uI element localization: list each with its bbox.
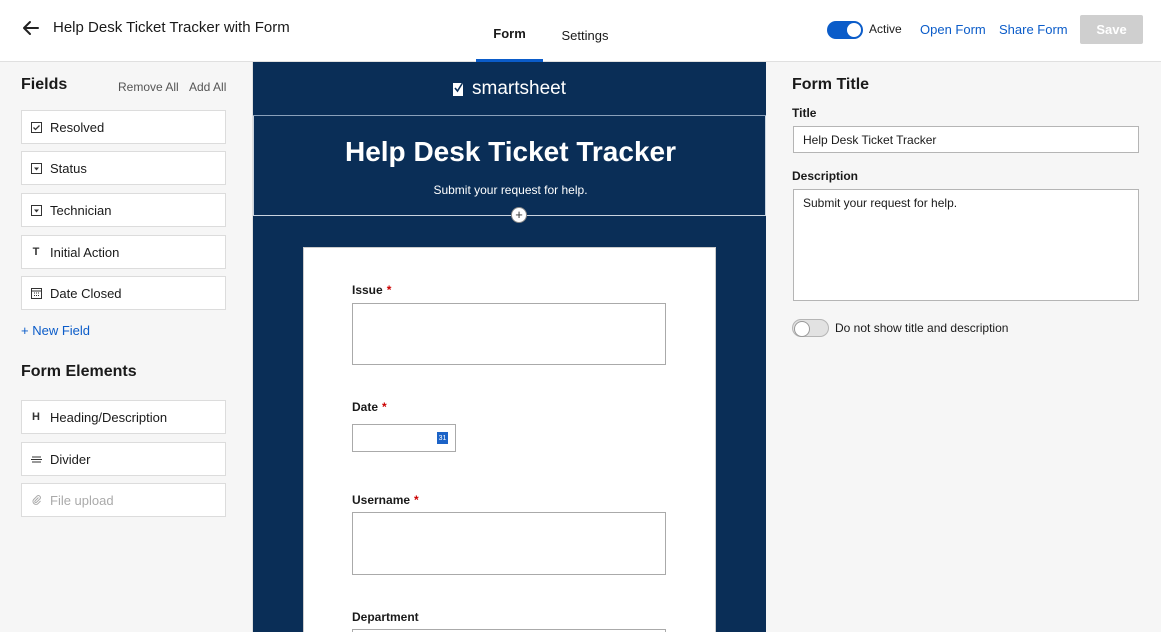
description-label: Description bbox=[792, 169, 859, 183]
element-file-upload: File upload bbox=[21, 483, 226, 517]
element-divider[interactable]: Divider bbox=[21, 442, 226, 476]
save-button[interactable]: Save bbox=[1080, 15, 1143, 44]
share-form-link[interactable]: Share Form bbox=[999, 22, 1068, 37]
form-preview: smartsheet Help Desk Ticket Tracker Subm… bbox=[253, 62, 766, 632]
active-label: Active bbox=[869, 22, 902, 36]
form-banner[interactable]: Help Desk Ticket Tracker Submit your req… bbox=[253, 116, 766, 216]
date-input[interactable]: 31 bbox=[352, 424, 456, 452]
field-initial-action[interactable]: T Initial Action bbox=[21, 235, 226, 269]
hide-title-toggle[interactable] bbox=[792, 319, 829, 337]
open-form-link[interactable]: Open Form bbox=[920, 22, 986, 37]
dropdown-icon bbox=[30, 162, 42, 174]
calendar-icon[interactable]: 31 bbox=[437, 432, 448, 444]
dropdown-icon bbox=[30, 204, 42, 216]
add-all-button[interactable]: Add All bbox=[189, 80, 226, 94]
heading-icon: H bbox=[32, 411, 40, 423]
field-label: Technician bbox=[50, 202, 112, 218]
element-heading-description[interactable]: H Heading/Description bbox=[21, 400, 226, 434]
question-label-username: Username * bbox=[352, 493, 419, 507]
field-label: Initial Action bbox=[50, 244, 120, 260]
form-elements-heading: Form Elements bbox=[21, 363, 137, 380]
username-input[interactable] bbox=[352, 512, 666, 575]
field-label: Date Closed bbox=[50, 285, 122, 301]
new-field-button[interactable]: + New Field bbox=[21, 323, 90, 338]
element-label: File upload bbox=[50, 492, 114, 508]
fields-panel: Fields Remove All Add All Resolved Statu… bbox=[0, 62, 253, 632]
form-card: Issue * Date * 31 Username * Department bbox=[303, 247, 716, 632]
banner-title: Help Desk Ticket Tracker bbox=[344, 136, 676, 167]
title-label: Title bbox=[792, 106, 817, 120]
paperclip-icon bbox=[30, 494, 42, 506]
title-input[interactable] bbox=[793, 126, 1139, 153]
field-label: Status bbox=[50, 160, 87, 176]
fields-heading: Fields bbox=[21, 76, 68, 93]
active-toggle[interactable] bbox=[827, 21, 863, 39]
tab-settings[interactable]: Settings bbox=[553, 0, 617, 62]
field-date-closed[interactable]: Date Closed bbox=[21, 276, 226, 310]
form-title-panel: Form Title Title Description Submit your… bbox=[766, 62, 1161, 632]
element-label: Heading/Description bbox=[50, 409, 168, 425]
add-element-plus-icon[interactable]: + bbox=[511, 207, 527, 223]
checkbox-icon bbox=[30, 121, 42, 133]
description-textarea[interactable]: Submit your request for help. bbox=[793, 189, 1139, 301]
question-label-issue: Issue * bbox=[352, 283, 392, 297]
field-status[interactable]: Status bbox=[21, 151, 226, 185]
logo-bar: smartsheet bbox=[253, 62, 766, 116]
question-label-date: Date * bbox=[352, 400, 387, 414]
field-label: Resolved bbox=[50, 119, 105, 135]
logo-text: smartsheet bbox=[472, 77, 566, 99]
page-title: Help Desk Ticket Tracker with Form bbox=[53, 19, 290, 36]
field-resolved[interactable]: Resolved bbox=[21, 110, 226, 144]
calendar-icon bbox=[30, 287, 42, 299]
issue-input[interactable] bbox=[352, 303, 666, 365]
hide-title-toggle-label: Do not show title and description bbox=[835, 321, 1009, 335]
form-title-heading: Form Title bbox=[792, 76, 870, 93]
remove-all-button[interactable]: Remove All bbox=[118, 80, 179, 94]
element-label: Divider bbox=[50, 451, 91, 467]
text-icon: T bbox=[32, 246, 40, 258]
smartsheet-logo-icon bbox=[453, 82, 464, 96]
back-arrow-icon[interactable] bbox=[20, 17, 42, 39]
divider-icon bbox=[30, 453, 42, 465]
tab-form[interactable]: Form bbox=[476, 0, 543, 62]
banner-description: Submit your request for help. bbox=[433, 183, 588, 197]
app-header: Help Desk Ticket Tracker with Form Form … bbox=[0, 0, 1161, 62]
question-label-department: Department bbox=[352, 610, 419, 624]
field-technician[interactable]: Technician bbox=[21, 193, 226, 227]
